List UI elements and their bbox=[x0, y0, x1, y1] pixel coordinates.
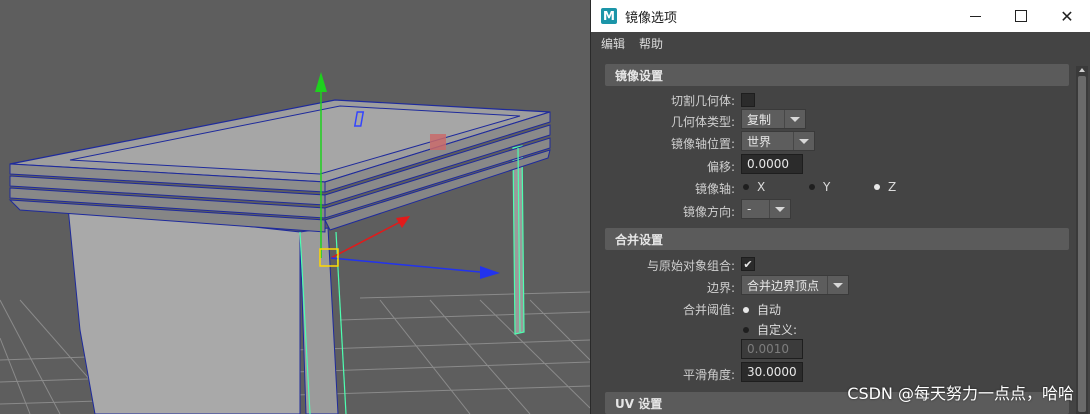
scroll-up-icon[interactable] bbox=[1079, 68, 1085, 72]
close-icon: ✕ bbox=[1060, 6, 1074, 26]
section-merge-settings[interactable]: 合并设置 bbox=[605, 228, 1069, 250]
radio-dot-selected bbox=[743, 306, 749, 313]
section-mirror-settings[interactable]: 镜像设置 bbox=[605, 64, 1069, 86]
geometry-type-label: 几何体类型: bbox=[670, 115, 735, 129]
menu-edit[interactable]: 编辑 bbox=[601, 35, 625, 52]
merge-threshold-auto-radio[interactable]: 自动 bbox=[743, 301, 781, 318]
radio-label: Z bbox=[888, 180, 897, 194]
offset-label: 偏移: bbox=[706, 160, 735, 174]
menu-help[interactable]: 帮助 bbox=[639, 35, 663, 52]
maximize-icon bbox=[1015, 10, 1027, 22]
close-button[interactable]: ✕ bbox=[1044, 0, 1090, 32]
radio-label: Y bbox=[823, 180, 831, 194]
smoothing-angle-value: 30.0000 bbox=[747, 365, 797, 379]
cut-geometry-checkbox[interactable] bbox=[741, 93, 755, 107]
mirror-axis-position-label: 镜像轴位置: bbox=[670, 137, 735, 151]
dialog-title: 镜像选项 bbox=[625, 10, 678, 26]
mirror-axis-position-dropdown[interactable]: 世界 bbox=[741, 131, 815, 151]
mirror-direction-label: 镜像方向: bbox=[682, 205, 735, 219]
mirror-axis-label: 镜像轴: bbox=[694, 182, 735, 196]
viewport-scene bbox=[0, 0, 590, 414]
smoothing-angle-input[interactable]: 30.0000 bbox=[741, 362, 803, 382]
vertical-scrollbar[interactable] bbox=[1076, 66, 1088, 414]
offset-input[interactable]: 0.0000 bbox=[741, 154, 803, 174]
section-title: 合并设置 bbox=[615, 232, 664, 247]
maya-logo-icon: M bbox=[601, 8, 617, 24]
section-title: 镜像设置 bbox=[615, 68, 664, 83]
smoothing-angle-label: 平滑角度: bbox=[682, 368, 735, 382]
border-label: 边界: bbox=[706, 281, 735, 295]
chevron-down-icon bbox=[784, 110, 805, 128]
combine-with-original-label: 与原始对象组合: bbox=[646, 259, 735, 273]
mirror-axis-z-radio[interactable]: Z bbox=[874, 180, 896, 194]
border-dropdown[interactable]: 合并边界顶点 bbox=[741, 275, 849, 295]
cut-geometry-label: 切割几何体: bbox=[670, 94, 735, 108]
chevron-down-icon bbox=[769, 200, 790, 218]
merge-threshold-label: 合并阈值: bbox=[682, 303, 735, 317]
offset-value: 0.0000 bbox=[747, 157, 789, 171]
menu-bar: 编辑 帮助 bbox=[591, 32, 1090, 54]
maximize-button[interactable] bbox=[998, 0, 1044, 32]
geometry-type-dropdown[interactable]: 复制 bbox=[741, 109, 806, 129]
custom-threshold-value: 0.0010 bbox=[747, 342, 789, 356]
viewport-3d[interactable] bbox=[0, 0, 590, 414]
merge-threshold-custom-input[interactable]: 0.0010 bbox=[741, 339, 803, 359]
radio-label: X bbox=[757, 180, 766, 194]
scroll-thumb[interactable] bbox=[1078, 76, 1086, 412]
radio-label: 自动 bbox=[757, 303, 782, 317]
mirror-axis-y-radio[interactable]: Y bbox=[809, 180, 830, 194]
minimize-icon bbox=[969, 15, 981, 17]
section-title: UV 设置 bbox=[615, 396, 663, 411]
radio-dot bbox=[809, 184, 815, 190]
checkmark-icon: ✔ bbox=[743, 257, 753, 271]
dropdown-value: 复制 bbox=[747, 112, 772, 127]
watermark: CSDN @每天努力一点点，哈哈 bbox=[847, 384, 1074, 403]
dropdown-value: - bbox=[747, 202, 752, 216]
merge-threshold-custom-radio[interactable]: 自定义: bbox=[743, 321, 797, 338]
combine-with-original-checkbox[interactable]: ✔ bbox=[741, 257, 755, 271]
chevron-down-icon bbox=[793, 132, 814, 150]
minimize-button[interactable] bbox=[952, 0, 998, 32]
options-content: 镜像设置 切割几何体: 几何体类型: 复制 镜像轴位置: 世界 偏移: 0.00… bbox=[591, 58, 1090, 414]
chevron-down-icon bbox=[827, 276, 848, 294]
mirror-direction-dropdown[interactable]: - bbox=[741, 199, 791, 219]
radio-label: 自定义: bbox=[757, 323, 798, 337]
mirror-options-dialog: M 镜像选项 ✕ 编辑 帮助 镜像设置 切割几何体: 几何体类型: 复制 镜像轴… bbox=[590, 0, 1090, 414]
title-bar[interactable]: M 镜像选项 ✕ bbox=[591, 0, 1090, 32]
radio-dot-selected bbox=[874, 184, 880, 190]
radio-dot bbox=[743, 326, 749, 333]
mirror-axis-x-radio[interactable]: X bbox=[743, 180, 765, 194]
radio-dot bbox=[743, 184, 749, 190]
dropdown-value: 世界 bbox=[747, 134, 772, 149]
dropdown-value: 合并边界顶点 bbox=[747, 278, 820, 293]
